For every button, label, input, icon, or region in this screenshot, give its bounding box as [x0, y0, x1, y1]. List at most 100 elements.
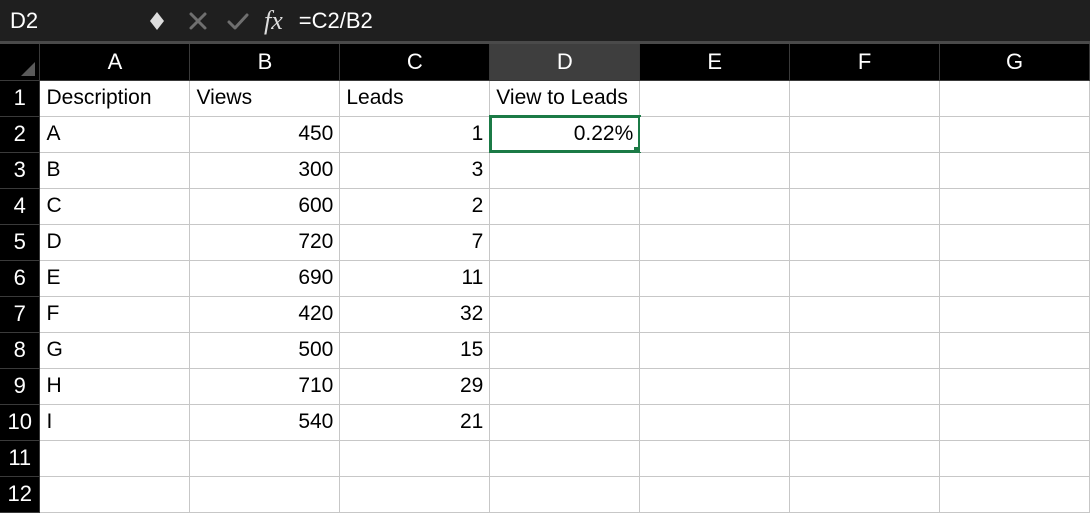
cell-E9[interactable] [640, 368, 790, 404]
cell-D4[interactable] [490, 188, 640, 224]
cell-G10[interactable] [940, 404, 1090, 440]
cell-A11[interactable] [40, 440, 190, 476]
cell-G1[interactable] [940, 80, 1090, 116]
cell-E2[interactable] [640, 116, 790, 152]
cell-F8[interactable] [790, 332, 940, 368]
name-box-stepper[interactable] [150, 12, 164, 30]
row-header-7[interactable]: 7 [0, 296, 40, 332]
cell-E4[interactable] [640, 188, 790, 224]
row-header-2[interactable]: 2 [0, 116, 40, 152]
cell-D7[interactable] [490, 296, 640, 332]
cell-D5[interactable] [490, 224, 640, 260]
cell-F9[interactable] [790, 368, 940, 404]
cell-D12[interactable] [490, 476, 640, 512]
name-box[interactable]: D2 [0, 0, 150, 41]
cell-C1[interactable]: Leads [340, 80, 490, 116]
formula-input[interactable] [297, 7, 1090, 35]
cell-B1[interactable]: Views [190, 80, 340, 116]
cell-D8[interactable] [490, 332, 640, 368]
cell-A10[interactable]: I [40, 404, 190, 440]
cell-B5[interactable]: 720 [190, 224, 340, 260]
cell-C8[interactable]: 15 [340, 332, 490, 368]
cell-B2[interactable]: 450 [190, 116, 340, 152]
cell-E8[interactable] [640, 332, 790, 368]
cell-B8[interactable]: 500 [190, 332, 340, 368]
cell-D10[interactable] [490, 404, 640, 440]
cell-B7[interactable]: 420 [190, 296, 340, 332]
fx-label[interactable]: fx [264, 6, 283, 36]
cell-E11[interactable] [640, 440, 790, 476]
cell-C5[interactable]: 7 [340, 224, 490, 260]
cell-F3[interactable] [790, 152, 940, 188]
cell-A8[interactable]: G [40, 332, 190, 368]
cell-D2[interactable]: 0.22% [490, 116, 640, 152]
cell-E10[interactable] [640, 404, 790, 440]
cell-D1[interactable]: View to Leads [490, 80, 640, 116]
column-header-A[interactable]: A [40, 44, 190, 80]
cell-A3[interactable]: B [40, 152, 190, 188]
cell-G8[interactable] [940, 332, 1090, 368]
cell-G7[interactable] [940, 296, 1090, 332]
cell-F7[interactable] [790, 296, 940, 332]
cell-C6[interactable]: 11 [340, 260, 490, 296]
cell-B4[interactable]: 600 [190, 188, 340, 224]
accept-formula-button[interactable] [218, 11, 258, 31]
cell-G11[interactable] [940, 440, 1090, 476]
column-header-E[interactable]: E [640, 44, 790, 80]
cell-G9[interactable] [940, 368, 1090, 404]
row-header-6[interactable]: 6 [0, 260, 40, 296]
cell-D6[interactable] [490, 260, 640, 296]
cell-G2[interactable] [940, 116, 1090, 152]
row-header-8[interactable]: 8 [0, 332, 40, 368]
column-header-B[interactable]: B [190, 44, 340, 80]
cell-C12[interactable] [340, 476, 490, 512]
cell-A1[interactable]: Description [40, 80, 190, 116]
cell-D9[interactable] [490, 368, 640, 404]
cell-B10[interactable]: 540 [190, 404, 340, 440]
cell-C10[interactable]: 21 [340, 404, 490, 440]
cell-G3[interactable] [940, 152, 1090, 188]
cell-F12[interactable] [790, 476, 940, 512]
cell-D11[interactable] [490, 440, 640, 476]
cell-F11[interactable] [790, 440, 940, 476]
cell-E6[interactable] [640, 260, 790, 296]
cell-F5[interactable] [790, 224, 940, 260]
cell-C11[interactable] [340, 440, 490, 476]
cell-A12[interactable] [40, 476, 190, 512]
cell-G4[interactable] [940, 188, 1090, 224]
cell-C4[interactable]: 2 [340, 188, 490, 224]
cell-E3[interactable] [640, 152, 790, 188]
cell-B12[interactable] [190, 476, 340, 512]
cell-A6[interactable]: E [40, 260, 190, 296]
cell-E12[interactable] [640, 476, 790, 512]
select-all-corner[interactable] [0, 44, 40, 80]
column-header-G[interactable]: G [940, 44, 1090, 80]
row-header-4[interactable]: 4 [0, 188, 40, 224]
cell-B3[interactable]: 300 [190, 152, 340, 188]
row-header-1[interactable]: 1 [0, 80, 40, 116]
cell-C7[interactable]: 32 [340, 296, 490, 332]
row-header-5[interactable]: 5 [0, 224, 40, 260]
cell-F2[interactable] [790, 116, 940, 152]
row-header-12[interactable]: 12 [0, 476, 40, 512]
cell-C3[interactable]: 3 [340, 152, 490, 188]
cell-E7[interactable] [640, 296, 790, 332]
cell-F4[interactable] [790, 188, 940, 224]
cell-A7[interactable]: F [40, 296, 190, 332]
row-header-3[interactable]: 3 [0, 152, 40, 188]
row-header-10[interactable]: 10 [0, 404, 40, 440]
cell-B11[interactable] [190, 440, 340, 476]
cell-C9[interactable]: 29 [340, 368, 490, 404]
cell-B9[interactable]: 710 [190, 368, 340, 404]
cell-G5[interactable] [940, 224, 1090, 260]
worksheet[interactable]: ABCDEFG1DescriptionViewsLeadsView to Lea… [0, 44, 1090, 528]
cell-G6[interactable] [940, 260, 1090, 296]
cell-F1[interactable] [790, 80, 940, 116]
cell-D3[interactable] [490, 152, 640, 188]
column-header-C[interactable]: C [340, 44, 490, 80]
column-header-D[interactable]: D [490, 44, 640, 80]
cell-B6[interactable]: 690 [190, 260, 340, 296]
cell-C2[interactable]: 1 [340, 116, 490, 152]
cell-F6[interactable] [790, 260, 940, 296]
cell-G12[interactable] [940, 476, 1090, 512]
